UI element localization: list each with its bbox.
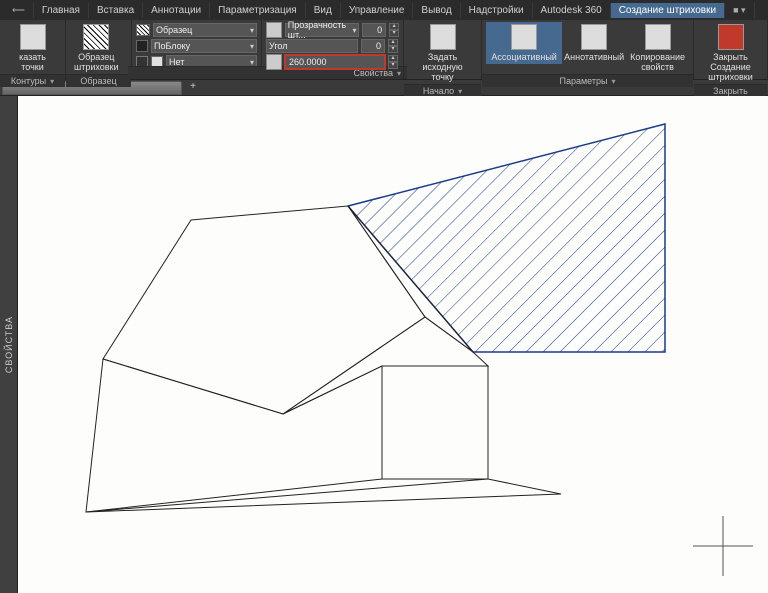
- angle-label-box: Угол: [266, 39, 358, 53]
- properties-side-panel[interactable]: СВОЙСТВА: [0, 96, 18, 593]
- tab-insert[interactable]: Вставка: [89, 3, 143, 18]
- panel-sample-title: Образец: [80, 76, 116, 86]
- angle-spinner[interactable]: ▴▾: [388, 39, 398, 53]
- close-hatch-label: Закрыть Создание штриховки: [702, 52, 759, 82]
- set-origin-button[interactable]: Задать исходную точку: [408, 22, 477, 84]
- set-origin-label: Задать исходную точку: [412, 52, 473, 82]
- annotative-button[interactable]: Аннотативный: [562, 22, 626, 64]
- panel-expand-icon[interactable]: ▾: [50, 77, 54, 86]
- hatch-type-icon: [136, 24, 150, 36]
- panel-close: Закрыть Создание штриховки Закрыть: [694, 20, 768, 79]
- polygon-bottom-left[interactable]: [86, 359, 382, 512]
- set-origin-icon: [430, 24, 456, 50]
- hatch-sample-icon: [83, 24, 109, 50]
- panel-expand-icon[interactable]: ▾: [458, 87, 462, 96]
- associative-label: Ассоциативный: [491, 52, 557, 62]
- tab-main[interactable]: Главная: [34, 3, 89, 18]
- match-props-button[interactable]: Копирование свойств: [626, 22, 689, 74]
- panel-origin-title: Начало: [423, 86, 454, 96]
- scale-spinner[interactable]: ▴▾: [388, 55, 398, 69]
- hatch-color-dropdown[interactable]: ПоБлоку▾: [151, 39, 257, 53]
- tab-autodesk360[interactable]: Autodesk 360: [533, 3, 611, 18]
- transparency-spinner[interactable]: ▴▾: [389, 23, 399, 37]
- tab-view[interactable]: Вид: [306, 3, 341, 18]
- angle-label: Угол: [269, 41, 287, 51]
- tab-hatch-create[interactable]: Создание штриховки: [611, 3, 725, 18]
- panel-close-title: Закрыть: [713, 86, 748, 96]
- angle-value[interactable]: 0: [361, 39, 385, 53]
- drawing-canvas[interactable]: [18, 96, 768, 593]
- pick-points-button[interactable]: казать точки: [4, 22, 61, 74]
- match-props-icon: [645, 24, 671, 50]
- ribbon: казать точки Контуры▾ Образец штриховки …: [0, 20, 768, 80]
- panel-properties-right: Прозрачность шт...▾ 0 ▴▾ Угол 0 ▴▾ 260.0…: [262, 20, 404, 79]
- scale-icon: [266, 54, 282, 70]
- hatch-color-value: ПоБлоку: [154, 41, 190, 51]
- tab-manage[interactable]: Управление: [341, 3, 414, 18]
- menu-tabs: ⟵ Главная Вставка Аннотации Параметризац…: [0, 0, 768, 20]
- polygon-rect[interactable]: [382, 366, 488, 479]
- tab-output[interactable]: Вывод: [413, 3, 460, 18]
- properties-side-label: СВОЙСТВА: [4, 316, 14, 373]
- tab-parametric[interactable]: Параметризация: [210, 3, 306, 18]
- panel-properties-left: Образец▾ ПоБлоку▾ Нет▾: [132, 20, 262, 79]
- polygon-bottom-tri[interactable]: [86, 479, 561, 512]
- crosshair-cursor: [693, 516, 753, 576]
- pick-points-icon: [20, 24, 46, 50]
- hatched-polygon[interactable]: [348, 124, 665, 352]
- new-document-button[interactable]: +: [186, 81, 200, 95]
- panel-origin: Задать исходную точку Начало▾: [404, 20, 482, 79]
- panel-expand-icon[interactable]: ▾: [611, 77, 615, 86]
- pick-points-label: казать точки: [8, 52, 57, 72]
- panel-contours: казать точки Контуры▾: [0, 20, 66, 79]
- hatch-sample-label: Образец штриховки: [74, 52, 119, 72]
- annotative-label: Аннотативный: [564, 52, 624, 62]
- color-swatch-icon: [136, 40, 148, 52]
- tab-extra[interactable]: ■ ▾: [725, 3, 754, 18]
- hatch-sample-button[interactable]: Образец штриховки: [70, 22, 123, 74]
- close-hatch-button[interactable]: Закрыть Создание штриховки: [698, 22, 763, 84]
- transparency-value[interactable]: 0: [362, 23, 386, 37]
- panel-options-title: Параметры: [560, 76, 608, 86]
- hatch-type-dropdown[interactable]: Образец▾: [153, 23, 257, 37]
- transparency-dropdown[interactable]: Прозрачность шт...▾: [285, 23, 360, 37]
- scale-value[interactable]: 260.0000: [285, 55, 385, 69]
- tab-addons[interactable]: Надстройки: [461, 3, 533, 18]
- associative-button[interactable]: Ассоциативный: [486, 22, 562, 64]
- panel-sample: Образец штриховки Образец: [66, 20, 132, 79]
- hatch-type-value: Образец: [156, 25, 192, 35]
- panel-options: Ассоциативный Аннотативный Копирование с…: [482, 20, 694, 79]
- tab-annotations[interactable]: Аннотации: [143, 3, 210, 18]
- associative-icon: [511, 24, 537, 50]
- transparency-icon: [266, 22, 282, 38]
- transparency-label: Прозрачность шт...: [288, 20, 349, 40]
- match-props-label: Копирование свойств: [630, 52, 685, 72]
- close-icon: [718, 24, 744, 50]
- panel-contours-title: Контуры: [11, 76, 46, 86]
- annotative-icon: [581, 24, 607, 50]
- app-menu[interactable]: ⟵: [4, 3, 34, 18]
